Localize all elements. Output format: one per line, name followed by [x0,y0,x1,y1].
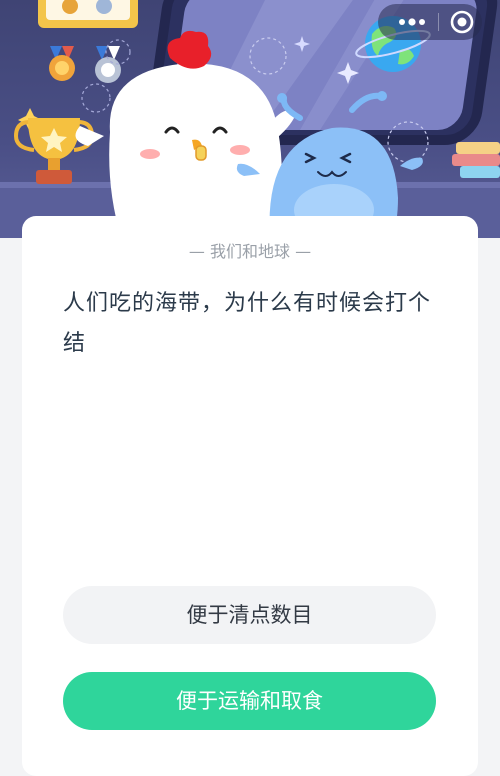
quiz-category: — 我们和地球 — [188,242,312,261]
hero-banner [0,0,500,238]
quiz-card: — 我们和地球 — 人们吃的海带，为什么有时候会打个结 便于清点数目 便于运输和… [22,216,478,776]
answer-option-2[interactable]: 便于运输和取食 [63,672,436,730]
mini-program-capsule [378,4,482,40]
quiz-question: 人们吃的海带，为什么有时候会打个结 [63,291,432,356]
books [452,142,500,178]
trophy-icon [13,108,95,184]
capsule-divider [438,13,439,31]
answer-option-1[interactable]: 便于清点数目 [63,586,436,644]
close-circle-icon[interactable] [448,8,476,36]
more-dots-icon[interactable] [392,4,432,40]
